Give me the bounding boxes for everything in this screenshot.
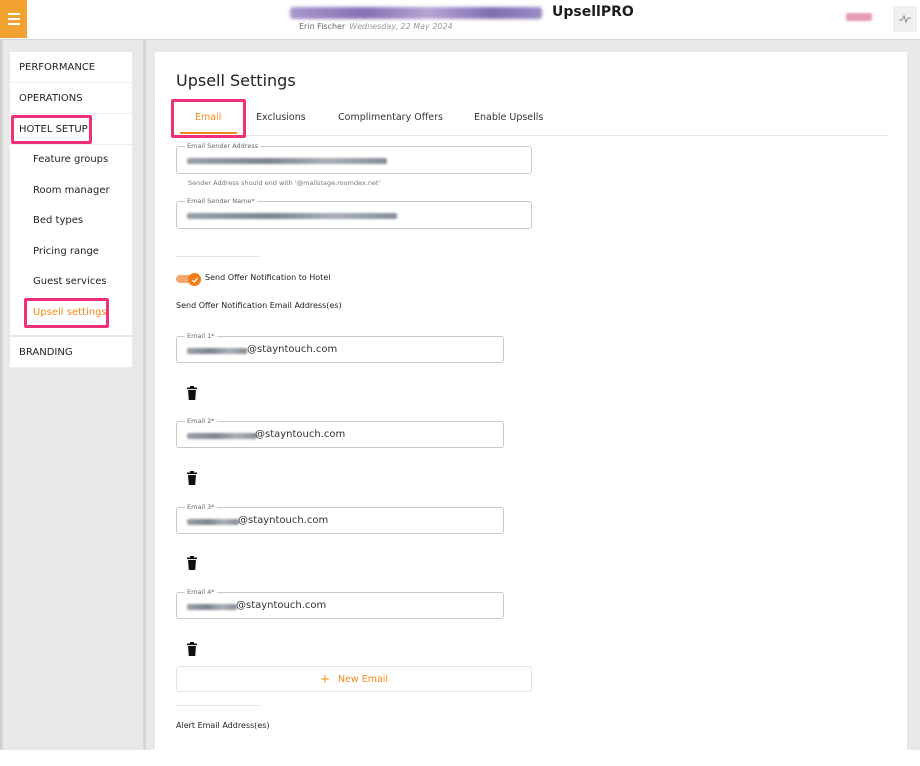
sidebar: PERFORMANCE OPERATIONS HOTEL SETUP Featu…: [10, 52, 132, 368]
user-name: Erin Fischer: [299, 22, 346, 31]
tab-exclusions[interactable]: Exclusions: [256, 112, 306, 123]
email-1-user-redacted: [187, 348, 247, 354]
bottom-strip: [0, 750, 920, 766]
active-tab-indicator: [180, 132, 237, 134]
account-badge-redacted[interactable]: [846, 13, 872, 21]
email-4-field[interactable]: Email 4* @stayntouch.com: [176, 588, 504, 619]
sidebar-item-upsell-settings[interactable]: Upsell settings: [10, 298, 132, 329]
nav-branding[interactable]: BRANDING: [10, 336, 132, 368]
email-3-domain: @stayntouch.com: [238, 515, 329, 526]
email-sender-address-label: Email Sender Address: [185, 142, 261, 150]
menu-icon-line: [7, 18, 20, 20]
tab-email[interactable]: Email: [195, 112, 221, 123]
current-date: Wednesday, 22 May 2024: [349, 22, 453, 31]
new-email-label: New Email: [337, 673, 389, 685]
email-sender-address-value-redacted: [187, 158, 387, 164]
plus-icon: +: [319, 672, 330, 686]
send-offer-notification-toggle[interactable]: [176, 273, 202, 286]
sidebar-divider: [143, 40, 146, 750]
settings-card: Upsell Settings Email Exclusions Complim…: [155, 52, 907, 750]
sidebar-item-pricing-range[interactable]: Pricing range: [10, 237, 132, 268]
email-4-label: Email 4*: [185, 588, 217, 596]
email-sender-address-field[interactable]: Email Sender Address: [176, 142, 532, 174]
email-4-user-redacted: [187, 604, 237, 610]
tab-enable-upsells[interactable]: Enable Upsells: [474, 112, 543, 123]
activity-icon: [899, 14, 911, 24]
delete-email-1-trash-icon[interactable]: [186, 386, 198, 400]
email-sender-name-value-redacted: [187, 213, 397, 219]
toggle-knob: [188, 273, 201, 286]
delete-email-2-trash-icon[interactable]: [186, 471, 198, 485]
email-2-field[interactable]: Email 2* @stayntouch.com: [176, 417, 504, 448]
nav-hotel-setup[interactable]: HOTEL SETUP: [10, 114, 132, 145]
send-offer-notification-label: Send Offer Notification to Hotel: [205, 273, 331, 282]
section-divider: [176, 256, 260, 257]
email-1-field[interactable]: Email 1* @stayntouch.com: [176, 332, 504, 363]
email-sender-name-field[interactable]: Email Sender Name*: [176, 197, 532, 229]
email-3-field[interactable]: Email 3* @stayntouch.com: [176, 503, 504, 534]
nav-operations[interactable]: OPERATIONS: [10, 83, 132, 114]
email-4-domain: @stayntouch.com: [236, 600, 327, 611]
email-3-user-redacted: [187, 519, 239, 525]
email-2-label: Email 2*: [185, 417, 217, 425]
tab-complimentary-offers[interactable]: Complimentary Offers: [338, 112, 443, 123]
email-1-label: Email 1*: [185, 332, 217, 340]
sender-address-helper: Sender Address should end with '@mailsta…: [188, 179, 381, 187]
activity-button[interactable]: [893, 6, 917, 32]
hamburger-menu-button[interactable]: [0, 0, 27, 38]
left-edge-shadow: [0, 40, 5, 750]
settings-tabs: Email Exclusions Complimentary Offers En…: [176, 104, 887, 136]
delete-email-4-trash-icon[interactable]: [186, 642, 198, 656]
alert-email-section-label: Alert Email Address(es): [176, 721, 270, 730]
hotel-setup-submenu: Feature groups Room manager Bed types Pr…: [10, 145, 132, 335]
email-2-domain: @stayntouch.com: [255, 429, 346, 440]
sidebar-item-guest-services[interactable]: Guest services: [10, 267, 132, 298]
nav-performance[interactable]: PERFORMANCE: [10, 52, 132, 83]
email-sender-name-label: Email Sender Name*: [185, 197, 257, 205]
menu-icon-line: [7, 23, 20, 25]
email-2-user-redacted: [187, 433, 257, 439]
email-1-domain: @stayntouch.com: [247, 344, 338, 355]
top-bar: UpsellPRO Erin Fischer Wednesday, 22 May …: [0, 0, 920, 40]
new-email-button[interactable]: + New Email: [176, 666, 532, 692]
sidebar-item-room-manager[interactable]: Room manager: [10, 176, 132, 207]
app-name: UpsellPRO: [552, 4, 634, 20]
section-divider: [176, 705, 260, 706]
check-icon: [191, 277, 198, 283]
page-title: Upsell Settings: [176, 71, 296, 90]
sidebar-item-bed-types[interactable]: Bed types: [10, 206, 132, 237]
menu-icon-line: [7, 13, 20, 15]
hotel-name-redacted: [290, 7, 542, 19]
delete-email-3-trash-icon[interactable]: [186, 556, 198, 570]
email-3-label: Email 3*: [185, 503, 217, 511]
user-info: Erin Fischer Wednesday, 22 May 2024: [299, 22, 453, 31]
sidebar-item-feature-groups[interactable]: Feature groups: [10, 145, 132, 176]
notification-email-section-label: Send Offer Notification Email Address(es…: [176, 301, 342, 310]
